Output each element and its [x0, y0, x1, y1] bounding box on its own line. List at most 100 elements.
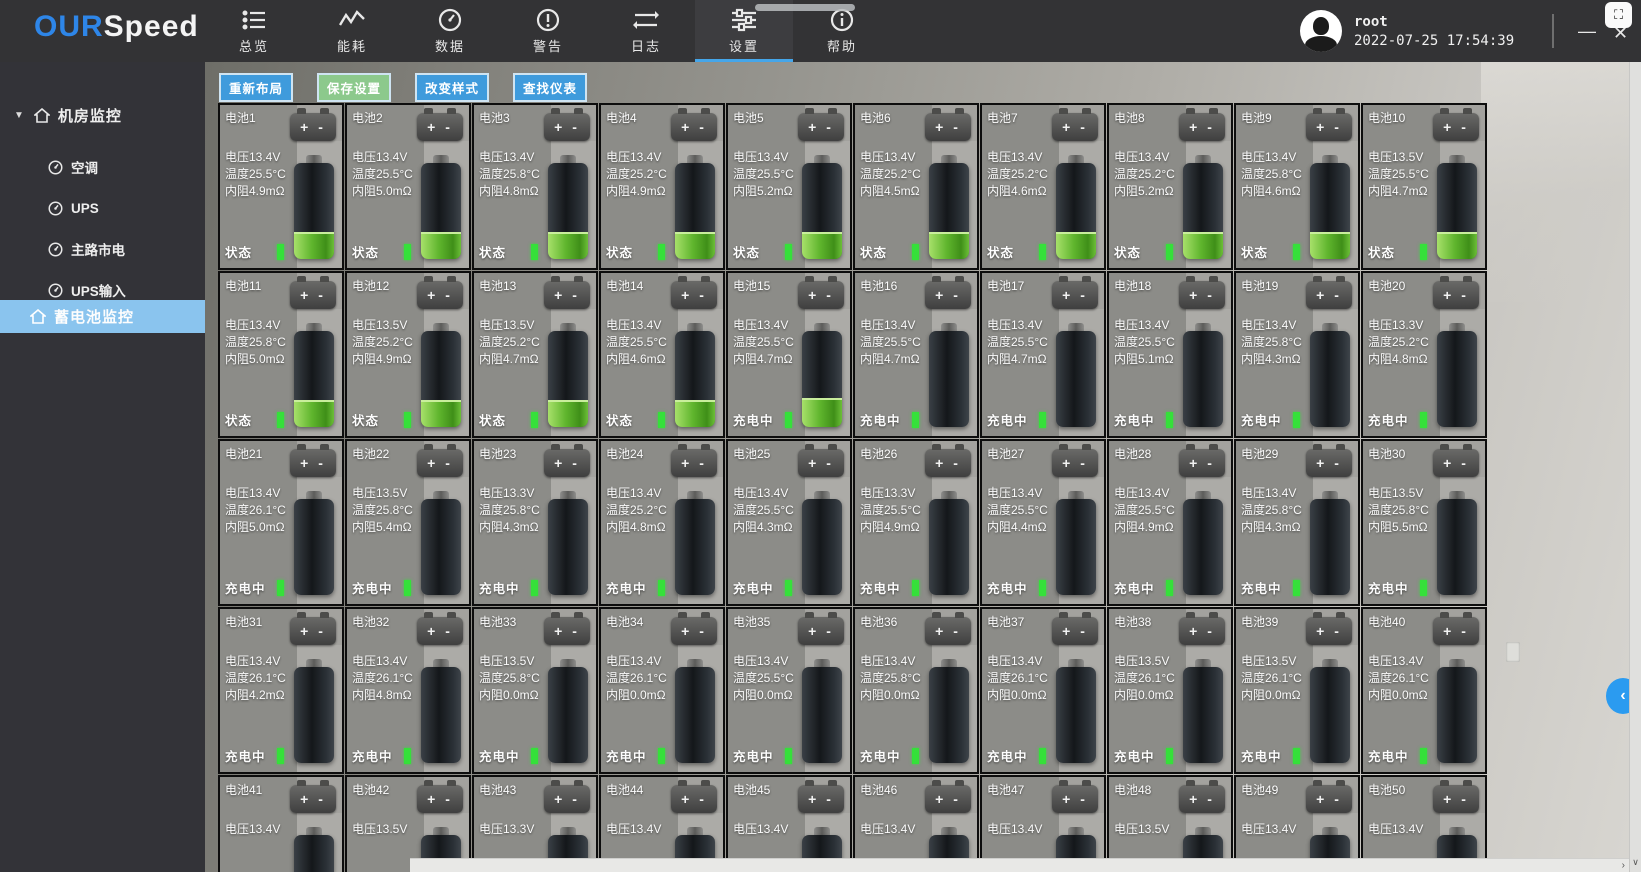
sidebar-item-UPS[interactable]: UPS [0, 193, 205, 223]
battery-name: 电池21 [225, 445, 262, 462]
nav-tab-总览[interactable]: 总览 [205, 0, 303, 62]
toolbar-button-重新布局[interactable]: 重新布局 [219, 73, 293, 102]
battery-name: 电池26 [860, 445, 897, 462]
scroll-down-arrow-icon[interactable]: ∨ [1630, 857, 1641, 868]
battery-card[interactable]: 电池16 + - 电压13.4V 温度25.5°C 内阻4.7mΩ 充电中 [853, 271, 979, 438]
battery-card[interactable]: 电池19 + - 电压13.4V 温度25.8°C 内阻4.3mΩ 充电中 [1234, 271, 1360, 438]
battery-card[interactable]: 电池6 + - 电压13.4V 温度25.2°C 内阻4.5mΩ 状态 [853, 103, 979, 270]
battery-card[interactable]: 电池9 + - 电压13.4V 温度25.8°C 内阻4.6mΩ 状态 [1234, 103, 1360, 270]
battery-card[interactable]: 电池11 + - 电压13.4V 温度25.8°C 内阻5.0mΩ 状态 [218, 271, 344, 438]
battery-card[interactable]: 电池20 + - 电压13.3V 温度25.2°C 内阻4.8mΩ 充电中 [1361, 271, 1487, 438]
terminal-plus-minus-label: + - [1062, 119, 1088, 135]
nav-tab-警告[interactable]: 警告 [499, 0, 597, 62]
status-led-icon [1293, 412, 1300, 428]
battery-card[interactable]: 电池27 + - 电压13.4V 温度25.5°C 内阻4.4mΩ 充电中 [980, 439, 1106, 606]
battery-voltage: 电压13.4V [1241, 485, 1302, 502]
battery-temperature: 温度25.2°C [860, 166, 921, 183]
toolbar-button-保存设置[interactable]: 保存设置 [317, 73, 391, 102]
battery-card[interactable]: 电池12 + - 电压13.5V 温度25.2°C 内阻4.9mΩ 状态 [345, 271, 471, 438]
nav-tab-日志[interactable]: 日志 [597, 0, 695, 62]
nav-tab-能耗[interactable]: 能耗 [303, 0, 401, 62]
battery-card[interactable]: 电池41 + - 电压13.4V [218, 775, 344, 872]
battery-status: 充电中 [1241, 746, 1282, 765]
battery-card[interactable]: 电池39 + - 电压13.5V 温度26.1°C 内阻0.0mΩ 充电中 [1234, 607, 1360, 774]
energy-chart-icon [339, 8, 365, 32]
battery-card[interactable]: 电池23 + - 电压13.3V 温度25.8°C 内阻4.3mΩ 充电中 [472, 439, 598, 606]
screen-capture-icon[interactable]: ⛶ [1605, 2, 1632, 28]
battery-card[interactable]: 电池7 + - 电压13.4V 温度25.2°C 内阻4.6mΩ 状态 [980, 103, 1106, 270]
battery-card[interactable]: 电池33 + - 电压13.5V 温度25.8°C 内阻0.0mΩ 充电中 [472, 607, 598, 774]
battery-card[interactable]: 电池38 + - 电压13.5V 温度26.1°C 内阻0.0mΩ 充电中 [1107, 607, 1233, 774]
battery-voltage: 电压13.5V [352, 821, 407, 838]
terminal-plus-minus-label: + - [681, 287, 707, 303]
battery-card[interactable]: 电池30 + - 电压13.5V 温度25.8°C 内阻5.5mΩ 充电中 [1361, 439, 1487, 606]
battery-card[interactable]: 电池15 + - 电压13.4V 温度25.5°C 内阻4.7mΩ 充电中 [726, 271, 852, 438]
battery-card[interactable]: 电池40 + - 电压13.4V 温度26.1°C 内阻0.0mΩ 充电中 [1361, 607, 1487, 774]
battery-card[interactable]: 电池8 + - 电压13.4V 温度25.2°C 内阻5.2mΩ 状态 [1107, 103, 1233, 270]
tree-expand-caret-icon[interactable]: ▼ [14, 110, 24, 121]
battery-resistance: 内阻4.9mΩ [225, 183, 286, 200]
battery-status: 充电中 [479, 578, 520, 597]
battery-name: 电池48 [1114, 781, 1151, 798]
battery-card[interactable]: 电池25 + - 电压13.4V 温度25.5°C 内阻4.3mΩ 充电中 [726, 439, 852, 606]
toolbar-button-改变样式[interactable]: 改变样式 [415, 73, 489, 102]
battery-card[interactable]: 电池4 + - 电压13.4V 温度25.2°C 内阻4.9mΩ 状态 [599, 103, 725, 270]
battery-resistance: 内阻4.8mΩ [352, 687, 413, 704]
terminal-plus-minus-label: + - [300, 455, 326, 471]
battery-card[interactable]: 电池14 + - 电压13.4V 温度25.5°C 内阻4.6mΩ 状态 [599, 271, 725, 438]
battery-card[interactable]: 电池22 + - 电压13.5V 温度25.8°C 内阻5.4mΩ 充电中 [345, 439, 471, 606]
battery-name: 电池25 [733, 445, 770, 462]
battery-card[interactable]: 电池32 + - 电压13.4V 温度26.1°C 内阻4.8mΩ 充电中 [345, 607, 471, 774]
battery-terminal-icon: + - [1433, 785, 1479, 813]
status-led-icon [658, 580, 665, 596]
status-led-icon [277, 580, 284, 596]
nav-tab-label: 帮助 [827, 36, 857, 55]
battery-card[interactable]: 电池21 + - 电压13.4V 温度26.1°C 内阻5.0mΩ 充电中 [218, 439, 344, 606]
scroll-right-arrow-icon[interactable]: › [1622, 860, 1625, 871]
sidebar-item-room-monitoring[interactable]: ▼ 机房监控 [0, 100, 205, 130]
battery-level-icon [421, 659, 461, 763]
battery-card[interactable]: 电池34 + - 电压13.4V 温度26.1°C 内阻0.0mΩ 充电中 [599, 607, 725, 774]
battery-card[interactable]: 电池5 + - 电压13.4V 温度25.5°C 内阻5.2mΩ 状态 [726, 103, 852, 270]
status-led-icon [404, 412, 411, 428]
battery-resistance: 内阻5.2mΩ [1114, 183, 1175, 200]
battery-card[interactable]: 电池37 + - 电压13.4V 温度26.1°C 内阻0.0mΩ 充电中 [980, 607, 1106, 774]
toolbar-button-查找仪表[interactable]: 查找仪表 [513, 73, 587, 102]
battery-temperature: 温度25.5°C [860, 334, 921, 351]
battery-voltage: 电压13.4V [1368, 821, 1423, 838]
nav-tab-数据[interactable]: 数据 [401, 0, 499, 62]
battery-card[interactable]: 电池17 + - 电压13.4V 温度25.5°C 内阻4.7mΩ 充电中 [980, 271, 1106, 438]
overview-list-icon [242, 8, 266, 32]
battery-terminal-icon: + - [544, 449, 590, 477]
battery-card[interactable]: 电池3 + - 电压13.4V 温度25.8°C 内阻4.8mΩ 状态 [472, 103, 598, 270]
battery-card[interactable]: 电池36 + - 电压13.4V 温度25.8°C 内阻0.0mΩ 充电中 [853, 607, 979, 774]
user-area[interactable]: root 2022-07-25 17:54:39 [1300, 0, 1514, 62]
battery-card[interactable]: 电池29 + - 电压13.4V 温度25.8°C 内阻4.3mΩ 充电中 [1234, 439, 1360, 606]
battery-name: 电池9 [1241, 109, 1272, 126]
status-led-icon [912, 748, 919, 764]
sidebar-item-battery-monitoring[interactable]: 蓄电池监控 [0, 300, 205, 333]
status-led-icon [1166, 244, 1173, 260]
battery-card[interactable]: 电池2 + - 电压13.4V 温度25.5°C 内阻5.0mΩ 状态 [345, 103, 471, 270]
battery-terminal-icon: + - [417, 113, 463, 141]
battery-resistance: 内阻4.7mΩ [1368, 183, 1429, 200]
battery-voltage: 电压13.4V [352, 653, 413, 670]
battery-card[interactable]: 电池13 + - 电压13.5V 温度25.2°C 内阻4.7mΩ 状态 [472, 271, 598, 438]
battery-card[interactable]: 电池26 + - 电压13.3V 温度25.5°C 内阻4.9mΩ 充电中 [853, 439, 979, 606]
terminal-plus-minus-label: + - [300, 119, 326, 135]
terminal-plus-minus-label: + - [554, 455, 580, 471]
battery-card[interactable]: 电池31 + - 电压13.4V 温度26.1°C 内阻4.2mΩ 充电中 [218, 607, 344, 774]
battery-card[interactable]: 电池28 + - 电压13.4V 温度25.5°C 内阻4.9mΩ 充电中 [1107, 439, 1233, 606]
battery-card[interactable]: 电池1 + - 电压13.4V 温度25.5°C 内阻4.9mΩ 状态 [218, 103, 344, 270]
sidebar-item-主路市电[interactable]: 主路市电 [0, 234, 205, 264]
battery-level-icon [1183, 323, 1223, 427]
battery-card[interactable]: 电池24 + - 电压13.4V 温度25.2°C 内阻4.8mΩ 充电中 [599, 439, 725, 606]
battery-voltage: 电压13.4V [1241, 821, 1296, 838]
vertical-scrollbar[interactable]: ∨ [1629, 62, 1641, 872]
horizontal-scrollbar[interactable]: › [410, 858, 1629, 872]
minimize-button[interactable]: — [1578, 22, 1596, 40]
battery-card[interactable]: 电池35 + - 电压13.4V 温度25.5°C 内阻0.0mΩ 充电中 [726, 607, 852, 774]
battery-card[interactable]: 电池18 + - 电压13.4V 温度25.5°C 内阻5.1mΩ 充电中 [1107, 271, 1233, 438]
battery-card[interactable]: 电池10 + - 电压13.5V 温度25.5°C 内阻4.7mΩ 状态 [1361, 103, 1487, 270]
sidebar-item-空调[interactable]: 空调 [0, 152, 205, 182]
